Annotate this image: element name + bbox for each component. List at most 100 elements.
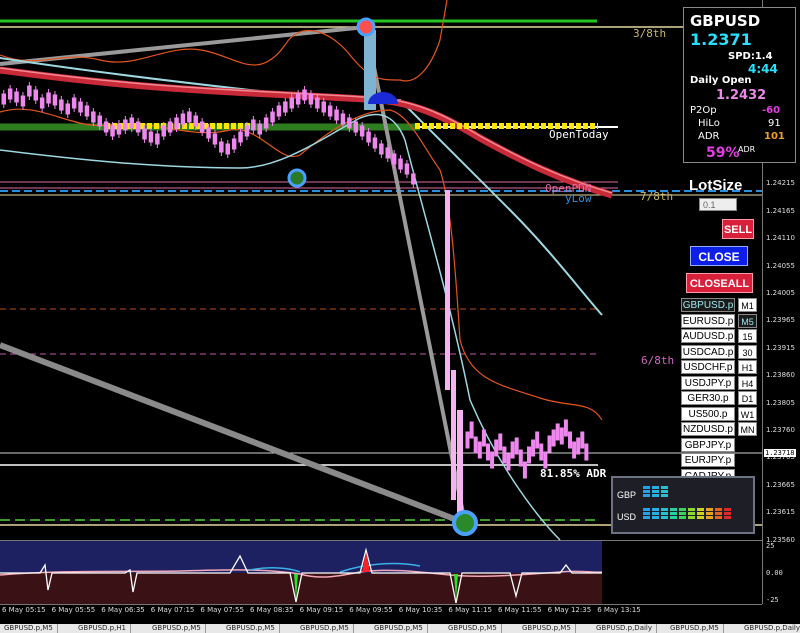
symbol-button[interactable]: GER30.p [681, 391, 735, 405]
symbol-button[interactable]: GBPUSD.p [681, 298, 735, 312]
sub-tick-top: 25 [766, 542, 775, 550]
chart-tab[interactable]: GBPUSD.p,M5 [222, 624, 280, 633]
strength-bar [661, 508, 668, 511]
chart-tab[interactable]: GBPUSD.p,H1 [74, 624, 132, 633]
timeframe-button[interactable]: M1 [738, 298, 757, 312]
strength-bar [679, 516, 686, 519]
candle [473, 436, 478, 454]
usd-label: USD [617, 512, 637, 522]
chart-tabs: GBPUSD.p,M5 GBPUSD.p,H1 GBPUSD.p,M5 GBPUSD.… [0, 624, 800, 633]
time-tick: 6 May 07:15 [150, 606, 195, 614]
price-chart[interactable] [0, 0, 800, 633]
price-tick: 1.23805 [766, 398, 795, 407]
strength-bar [697, 512, 704, 515]
chart-tab[interactable]: GBPUSD.p,M5 [518, 624, 576, 633]
strength-bar [652, 508, 659, 511]
symbol-button[interactable]: EURUSD.p [681, 313, 735, 328]
chart-tab[interactable]: GBPUSD.p,M5 [296, 624, 354, 633]
strength-bar [706, 516, 713, 519]
timeframe-button[interactable]: M5 [738, 313, 757, 328]
strength-bar [715, 508, 722, 511]
strength-bars [643, 486, 731, 519]
price-tick: 1.23915 [766, 343, 795, 352]
timeframe-button[interactable]: W1 [738, 406, 757, 421]
candle [531, 439, 536, 457]
time-tick: 6 May 07:55 [200, 606, 244, 614]
symbol-button[interactable]: USDCAD.p [681, 344, 735, 359]
candle [498, 433, 503, 451]
time-tick: 6 May 11:55 [498, 606, 542, 614]
price-tick: 1.23860 [766, 371, 795, 380]
symbol-button[interactable]: AUDUSD.p [681, 329, 735, 343]
candle [584, 443, 589, 461]
time-tick: 6 May 08:35 [250, 606, 294, 614]
strength-bar [715, 516, 722, 519]
time-tick: 6 May 11:15 [448, 606, 492, 614]
info-panel: GBPUSD 1.2371 SPD:1.4 4:44 Daily Open 1.… [683, 7, 796, 163]
chart-tab[interactable]: GBPUSD.p,M5 [370, 624, 428, 633]
candle [477, 441, 482, 459]
strength-bar [661, 490, 668, 493]
close-button[interactable]: CLOSE [690, 246, 748, 266]
chart-tab[interactable]: GBPUSD.p,M5 [444, 624, 502, 633]
chart-tab[interactable]: GBPUSD.p,Daily [740, 624, 800, 633]
timeframe-button[interactable]: D1 [738, 391, 757, 405]
symbol-button[interactable]: GBPJPY.p [681, 437, 735, 452]
timeframe-button[interactable]: H4 [738, 375, 757, 390]
strength-bar [652, 512, 659, 515]
time-tick: 6 May 05:55 [51, 606, 96, 614]
strength-bar [670, 508, 677, 511]
strength-bar [679, 512, 686, 515]
open-today-label: OpenToday [549, 128, 609, 141]
time-tick: 6 May 13:15 [597, 606, 641, 614]
price-tick: 1.24005 [766, 289, 795, 297]
time-tick: 6 May 06:35 [101, 606, 145, 614]
strength-bar [652, 494, 659, 497]
eighth-6-label: 6/8th [641, 354, 675, 367]
symbol-button[interactable]: US500.p [681, 406, 735, 421]
hilo-label: HiLo [698, 118, 720, 129]
strength-bar [697, 516, 704, 519]
strength-bar [724, 516, 731, 519]
strength-bar [688, 512, 695, 515]
candle [563, 419, 568, 437]
timeframe-button[interactable]: MN [738, 422, 757, 436]
strength-bar [706, 508, 713, 511]
candle [494, 439, 499, 457]
chart-tab[interactable]: GBPUSD.p,M5 [666, 624, 724, 633]
p2o-label: P2Op [690, 105, 717, 116]
lotsize-input[interactable] [699, 198, 737, 211]
adr-value: 101 [764, 131, 785, 142]
symbol-button[interactable]: EURJPY.p [681, 453, 735, 467]
strength-bar [706, 512, 713, 515]
candle [490, 451, 495, 469]
strength-bar [661, 516, 668, 519]
symbol-label: GBPUSD [690, 12, 761, 30]
strength-bar [715, 512, 722, 515]
candle [580, 431, 585, 449]
symbol-button[interactable]: NZDUSD.p [681, 422, 735, 436]
candle [572, 441, 577, 459]
symbol-button[interactable]: USDJPY.p [681, 375, 735, 390]
candle [547, 435, 552, 453]
symbol-button[interactable]: USDCHF.p [681, 360, 735, 374]
chart-tab[interactable]: GBPUSD.p,M5 [148, 624, 206, 633]
timeframe-button[interactable]: 15 [738, 329, 757, 343]
eighth-7-label: 7/8th [640, 190, 674, 203]
sell-button[interactable]: SELL [722, 219, 754, 239]
strength-bar [679, 508, 686, 511]
time-tick: 6 May 09:15 [299, 606, 344, 614]
chart-tab[interactable]: GBPUSD.p,M5 [0, 624, 58, 633]
candle [535, 431, 540, 449]
strength-bar [670, 516, 677, 519]
timeframe-button[interactable]: H1 [738, 360, 757, 374]
candle [502, 446, 507, 464]
p2o-value: -60 [762, 105, 781, 116]
time-tick: 6 May 12:35 [547, 606, 592, 614]
strength-bar [661, 486, 668, 489]
time-tick: 6 May 05:15 [2, 606, 46, 614]
chart-tab[interactable]: GBPUSD.p,Daily [592, 624, 658, 633]
strength-bar [688, 508, 695, 511]
closeall-button[interactable]: CLOSEALL [686, 273, 753, 293]
timeframe-button[interactable]: 30 [738, 344, 757, 359]
